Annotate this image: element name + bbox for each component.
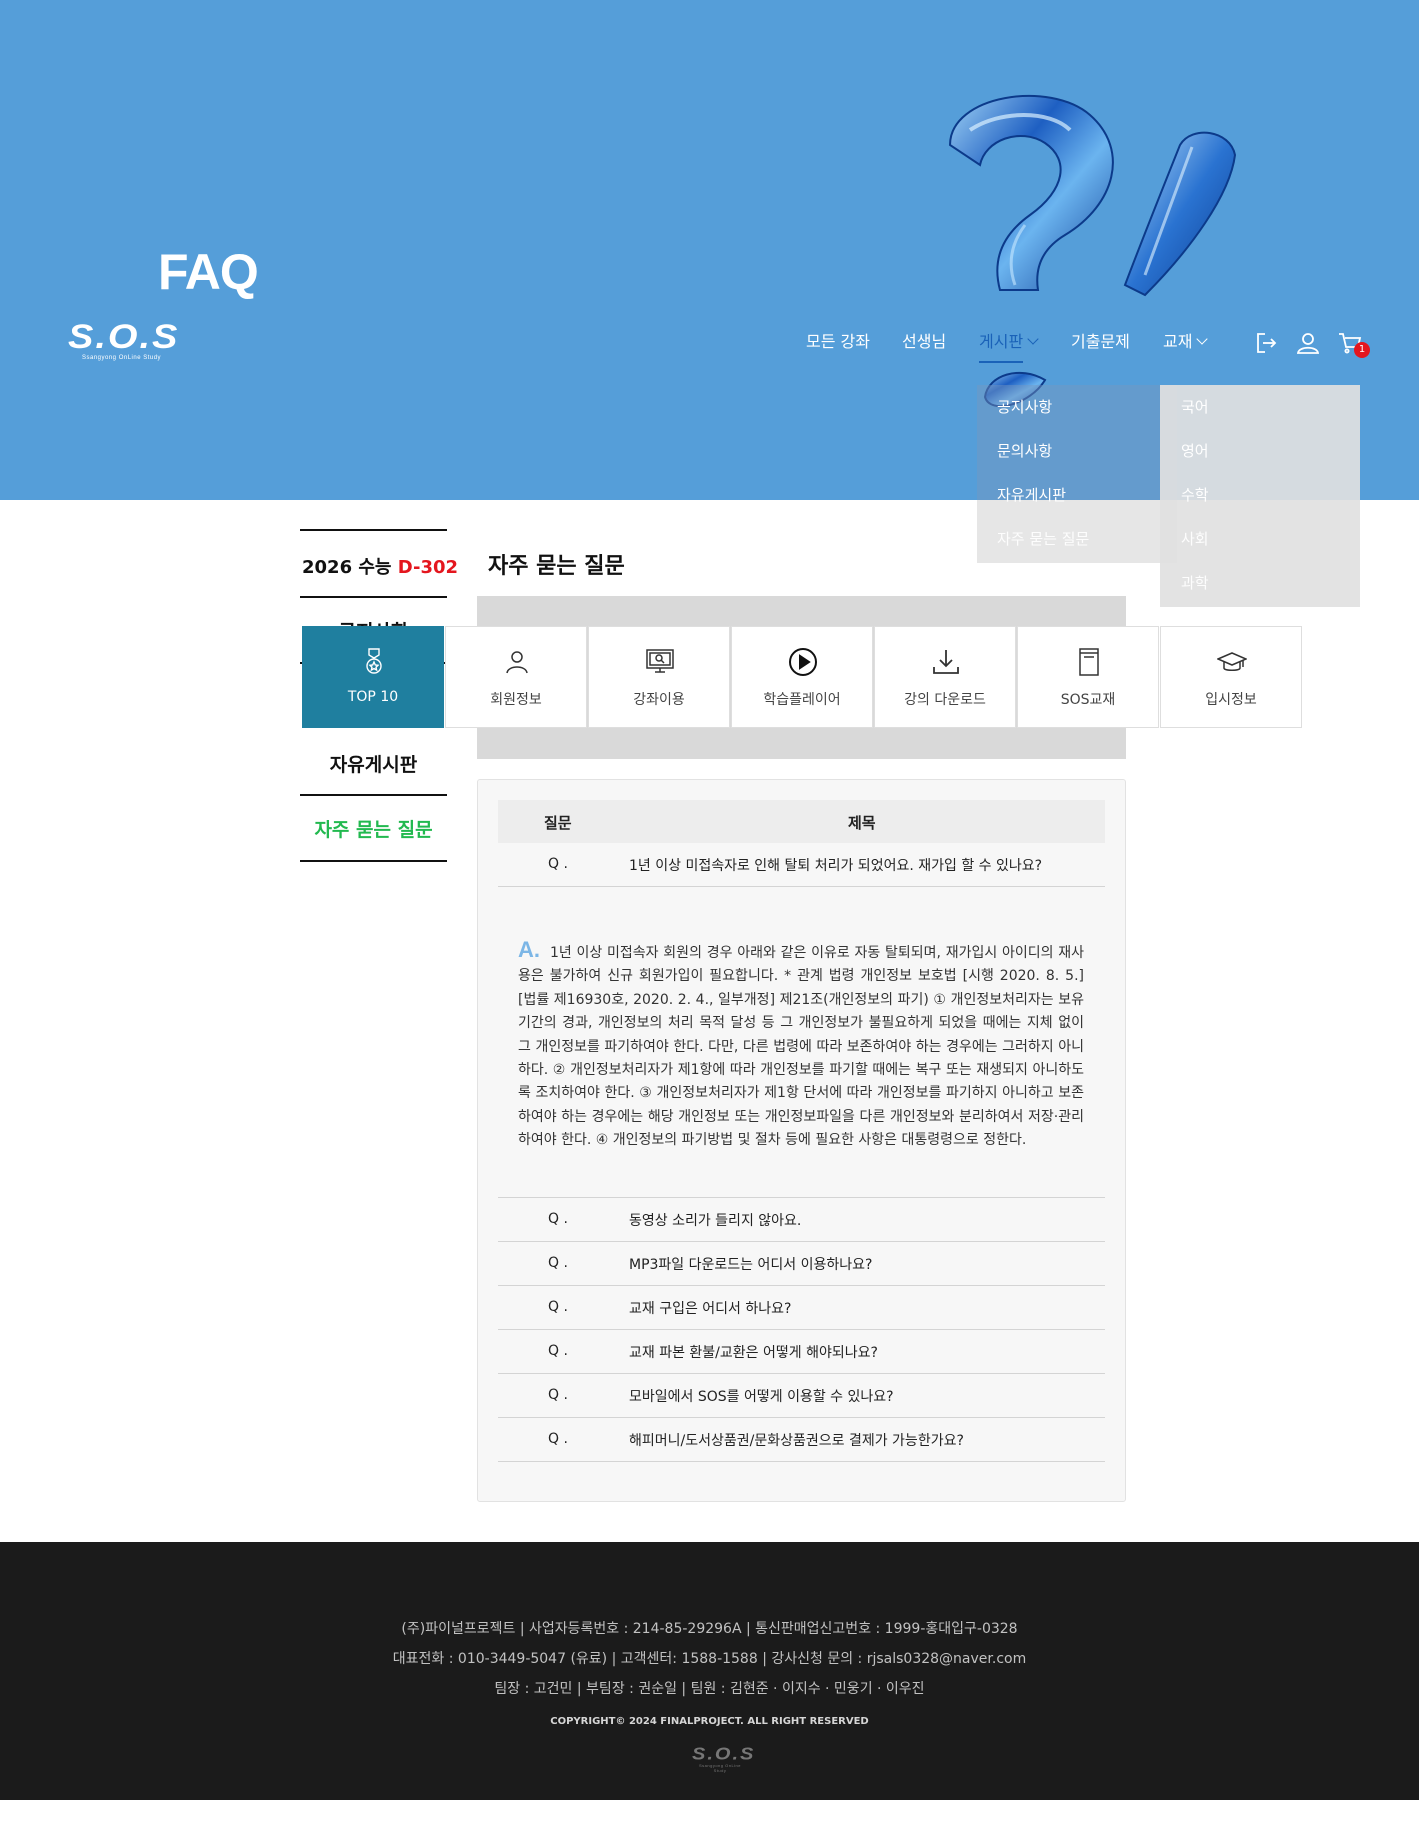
user-icon[interactable]: [1295, 330, 1321, 356]
graduation-cap-icon: [1217, 652, 1247, 671]
footer-logo[interactable]: S.O.S Ssangyong OnLine Study: [692, 1744, 756, 1773]
user-icon: [506, 651, 528, 674]
answer-marker: A.: [518, 937, 540, 962]
faq-row[interactable]: Q . 1년 이상 미접속자로 인해 탈퇴 처리가 되었어요. 재가입 할 수 …: [498, 843, 1105, 887]
sidebar-item-free-board[interactable]: 자유게시판: [300, 750, 447, 777]
category-player[interactable]: 학습플레이어: [731, 626, 873, 728]
faq-table-header: 질문 제목: [498, 800, 1105, 843]
sidebar-divider: [300, 596, 447, 598]
q-marker: Q .: [548, 1255, 568, 1271]
dropdown-social[interactable]: 사회: [1181, 528, 1209, 549]
category-download[interactable]: 강의 다운로드: [874, 626, 1016, 728]
site-logo[interactable]: S.O.S Ssangyong OnLine Study: [68, 318, 180, 366]
nav-textbooks[interactable]: 교재: [1163, 328, 1209, 356]
play-icon: [789, 648, 817, 676]
category-member-info[interactable]: 회원정보: [445, 626, 587, 728]
logout-icon[interactable]: [1253, 330, 1279, 356]
nav-all-courses[interactable]: 모든 강좌: [806, 328, 870, 356]
q-marker: Q .: [548, 1299, 568, 1315]
footer-company-info: (주)파이널프로젝트 | 사업자등록번호 : 214-85-29296A | 통…: [401, 1621, 1018, 1637]
faq-question: 동영상 소리가 들리지 않아요.: [629, 1213, 802, 1229]
q-marker: Q .: [548, 1343, 568, 1359]
faq-question: MP3파일 다운로드는 어디서 이용하나요?: [629, 1257, 873, 1273]
dday-prefix: 2026 수능: [302, 557, 392, 578]
category-label: 입시정보: [1205, 692, 1257, 708]
faq-question: 1년 이상 미접속자로 인해 탈퇴 처리가 되었어요. 재가입 할 수 있나요?: [629, 858, 1043, 874]
header-question: 질문: [544, 814, 572, 832]
sidebar-item-faq[interactable]: 자주 묻는 질문: [300, 815, 447, 842]
category-label: TOP 10: [347, 689, 399, 705]
q-marker: Q .: [548, 1211, 568, 1227]
page-title: 자주 묻는 질문: [488, 554, 625, 579]
category-label: 학습플레이어: [763, 692, 841, 708]
category-label: 강좌이용: [633, 692, 685, 708]
nav-board-label: 게시판: [979, 332, 1024, 351]
download-icon: [933, 650, 959, 674]
dropdown-english[interactable]: 영어: [1181, 440, 1209, 461]
site-footer: (주)파이널프로젝트 | 사업자등록번호 : 214-85-29296A | 통…: [0, 1542, 1419, 1800]
logo-tagline: Ssangyong OnLine Study: [698, 1763, 742, 1773]
question-exclamation-illustration: [948, 95, 1237, 407]
faq-row[interactable]: Q . 해피머니/도서상품권/문화상품권으로 결제가 가능한가요?: [498, 1418, 1105, 1462]
nav-teachers[interactable]: 선생님: [902, 328, 946, 356]
chevron-down-icon: [1196, 333, 1209, 345]
dropdown-notice[interactable]: 공지사항: [997, 396, 1052, 417]
footer-copyright: COPYRIGHT© 2024 FINALPROJECT. ALL RIGHT …: [550, 1716, 869, 1727]
dropdown-math[interactable]: 수학: [1181, 484, 1209, 505]
sidebar-divider: [300, 860, 447, 862]
dday-value: D-302: [397, 557, 459, 578]
category-label: 강의 다운로드: [904, 692, 986, 708]
faq-answer: A. 1년 이상 미접속자 회원의 경우 아래와 같은 이유로 자동 탈퇴되며, …: [518, 938, 1084, 1153]
q-marker: Q .: [548, 1387, 568, 1403]
dropdown-korean[interactable]: 국어: [1181, 396, 1209, 417]
chevron-down-icon: [1027, 333, 1039, 345]
faq-row[interactable]: Q . 교재 구입은 어디서 하나요?: [498, 1286, 1105, 1330]
nav-past-exams[interactable]: 기출문제: [1071, 328, 1130, 356]
monitor-search-icon: [646, 649, 674, 673]
exam-dday: 2026 수능 D-302: [302, 553, 458, 579]
footer-contact-info: 대표전화 : 010-3449-5047 (유료) | 고객센터: 1588-1…: [392, 1651, 1027, 1667]
faq-row[interactable]: Q . 동영상 소리가 들리지 않아요.: [498, 1198, 1105, 1242]
faq-question: 해피머니/도서상품권/문화상품권으로 결제가 가능한가요?: [629, 1433, 964, 1449]
page-hero-title: FAQ: [158, 244, 259, 300]
book-icon: [1079, 648, 1099, 676]
category-label: 회원정보: [490, 692, 542, 708]
nav-textbooks-label: 교재: [1163, 332, 1193, 351]
dropdown-inquiry[interactable]: 문의사항: [997, 440, 1052, 461]
logo-mark: S.O.S: [68, 318, 180, 356]
medal-icon: [366, 648, 382, 674]
dropdown-free-board[interactable]: 자유게시판: [997, 484, 1066, 505]
category-top10[interactable]: TOP 10: [302, 626, 444, 728]
cart-count-badge: 1: [1354, 342, 1370, 358]
category-admission[interactable]: 입시정보: [1160, 626, 1302, 728]
q-marker: Q .: [548, 856, 568, 872]
footer-team-info: 팀장 : 고건민 | 부팀장 : 권순일 | 팀원 : 김현준 · 이지수 · …: [494, 1681, 925, 1697]
faq-question: 모바일에서 SOS를 어떻게 이용할 수 있나요?: [629, 1389, 894, 1405]
dropdown-science[interactable]: 과학: [1181, 572, 1209, 593]
header-title: 제목: [848, 814, 876, 832]
faq-question: 교재 구입은 어디서 하나요?: [629, 1301, 792, 1317]
logo-mark: S.O.S: [692, 1744, 756, 1764]
nav-board[interactable]: 게시판: [979, 328, 1039, 363]
faq-question: 교재 파본 환불/교환은 어떻게 해야되나요?: [629, 1345, 878, 1361]
category-label: SOS교재: [1060, 692, 1116, 708]
q-marker: Q .: [548, 1431, 568, 1447]
faq-row[interactable]: Q . MP3파일 다운로드는 어디서 이용하나요?: [498, 1242, 1105, 1286]
faq-row[interactable]: Q . 교재 파본 환불/교환은 어떻게 해야되나요?: [498, 1330, 1105, 1374]
sidebar-divider: [300, 529, 447, 531]
sidebar-divider: [300, 794, 447, 796]
faq-row[interactable]: Q . 모바일에서 SOS를 어떻게 이용할 수 있나요?: [498, 1374, 1105, 1418]
dropdown-faq[interactable]: 자주 묻는 질문: [997, 528, 1089, 549]
answer-text: 1년 이상 미접속자 회원의 경우 아래와 같은 이유로 자동 탈퇴되며, 재가…: [518, 945, 1084, 1149]
category-sos-books[interactable]: SOS교재: [1017, 626, 1159, 728]
category-course-usage[interactable]: 강좌이용: [588, 626, 730, 728]
